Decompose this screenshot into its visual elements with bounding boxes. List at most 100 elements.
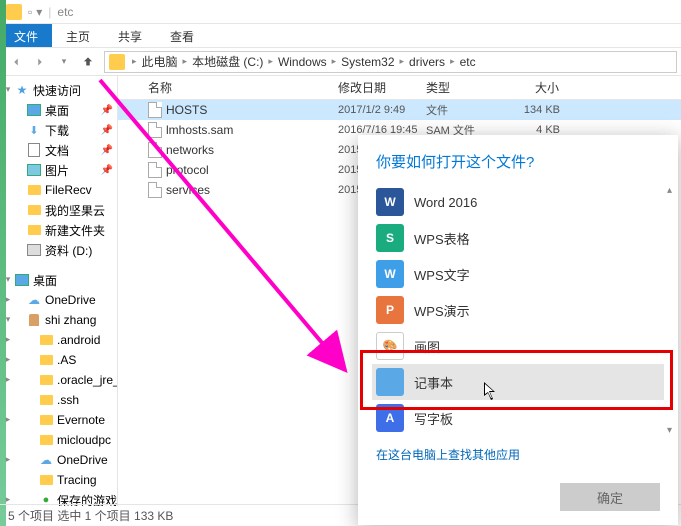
pic-icon [27, 163, 41, 177]
nav-label: Tracing [57, 473, 97, 487]
file-date: 2017/1/2 9:49 [338, 104, 426, 116]
path-seg[interactable]: etc [458, 55, 478, 69]
app-item[interactable]: A写字板 [372, 400, 664, 436]
path-seg[interactable]: Windows [276, 55, 329, 69]
nav-item[interactable]: ▸ .AS [3, 350, 117, 370]
nav-tree[interactable]: ▾快速访问桌面📌下载📌文档📌图片📌FileRecv我的坚果云新建文件夹资料 (D… [0, 76, 118, 506]
tab-file[interactable]: 文件 [0, 24, 52, 47]
nav-forward[interactable] [28, 50, 52, 74]
nav-item[interactable]: ▾ 快速访问 [3, 80, 117, 100]
nav-item[interactable]: ▾shi zhang [3, 310, 117, 330]
path-seg[interactable]: 本地磁盘 (C:) [190, 53, 265, 70]
col-type[interactable]: 类型 [426, 79, 510, 96]
nav-item[interactable]: 新建文件夹 [3, 220, 117, 240]
nav-item[interactable]: 文档📌 [3, 140, 117, 160]
address-bar: ▾ ▸ 此电脑 ▸ 本地磁盘 (C:) ▸ Windows ▸ System32… [0, 48, 681, 76]
app-label: WPS演示 [414, 301, 470, 320]
folder-icon [39, 473, 53, 487]
nav-item[interactable]: ▸OneDrive [3, 290, 117, 310]
col-name[interactable]: 名称 [148, 79, 338, 96]
nav-item[interactable]: ▸OneDrive [3, 450, 117, 470]
nav-label: 新建文件夹 [45, 222, 105, 239]
app-item[interactable]: PWPS演示 [372, 292, 664, 328]
star-icon [15, 83, 29, 97]
expand-icon[interactable]: ▸ [3, 414, 13, 425]
nav-item[interactable]: ▸ Evernote [3, 410, 117, 430]
nav-item[interactable]: .ssh [3, 390, 117, 410]
chevron-icon[interactable]: ▸ [397, 56, 408, 67]
expand-icon[interactable]: ▸ [3, 454, 13, 465]
ok-button[interactable]: 确定 [560, 483, 660, 511]
pin-icon: 📌 [101, 125, 113, 136]
expand-icon[interactable]: ▸ [3, 354, 13, 365]
app-icon: W [376, 260, 404, 288]
col-date[interactable]: 修改日期 [338, 79, 426, 96]
nav-label: 快速访问 [33, 82, 81, 99]
app-item[interactable]: SWPS表格 [372, 220, 664, 256]
path-seg[interactable]: System32 [339, 55, 396, 69]
folder-icon [39, 433, 53, 447]
nav-item[interactable]: 我的坚果云 [3, 200, 117, 220]
app-item[interactable]: 🎨画图 [372, 328, 664, 364]
file-icon [148, 102, 162, 118]
folder-icon [39, 333, 53, 347]
app-item[interactable]: W WPS文字 [372, 256, 664, 292]
nav-item[interactable]: micloudpc [3, 430, 117, 450]
title-mini-icon: ▫ [28, 5, 32, 19]
app-list[interactable]: WWord 2016SWPS表格 W WPS文字 PWPS演示🎨画图记事本A写字板 [358, 184, 678, 436]
file-name: networks [166, 143, 214, 157]
tab-home[interactable]: 主页 [52, 24, 104, 47]
nav-item[interactable]: FileRecv [3, 180, 117, 200]
nav-label: 下载 [45, 122, 69, 139]
chevron-icon[interactable]: ▸ [447, 56, 458, 67]
app-label: WPS文字 [414, 265, 470, 284]
file-row[interactable]: HOSTS2017/1/2 9:49文件134 KB [118, 100, 681, 120]
chevron-icon[interactable]: ▸ [129, 56, 140, 67]
nav-item[interactable]: 图片📌 [3, 160, 117, 180]
tab-share[interactable]: 共享 [104, 24, 156, 47]
expand-icon[interactable]: ▸ [3, 374, 13, 385]
path-seg[interactable]: 此电脑 [140, 53, 180, 70]
nav-item[interactable]: Tracing [3, 470, 117, 490]
pin-icon: 📌 [101, 105, 113, 116]
file-icon [148, 182, 162, 198]
nav-item[interactable]: 资料 (D:) [3, 240, 117, 260]
nav-up[interactable] [76, 50, 100, 74]
file-size: 134 KB [510, 104, 560, 116]
expand-icon[interactable]: ▾ [3, 84, 13, 95]
chevron-icon[interactable]: ▸ [265, 56, 276, 67]
nav-back[interactable] [4, 50, 28, 74]
folder-icon [27, 203, 41, 217]
col-size[interactable]: 大小 [510, 79, 560, 96]
nav-label: .AS [57, 353, 76, 367]
expand-icon[interactable]: ▾ [3, 274, 13, 285]
folder-icon [39, 393, 53, 407]
path-folder-icon [109, 54, 125, 70]
pin-icon: 📌 [101, 145, 113, 156]
titlebar: ▫ ▾ | etc [0, 0, 681, 24]
nav-label: 图片 [45, 162, 69, 179]
nav-label: micloudpc [57, 433, 111, 447]
nav-item[interactable]: ▸.oracle_jre_us [3, 370, 117, 390]
nav-item[interactable]: ▾桌面 [3, 270, 117, 290]
expand-icon[interactable]: ▸ [3, 294, 13, 305]
file-name: HOSTS [166, 103, 207, 117]
nav-recent[interactable]: ▾ [52, 50, 76, 74]
chevron-icon[interactable]: ▸ [180, 56, 191, 67]
column-headers[interactable]: 名称 修改日期 类型 大小 [118, 76, 681, 100]
app-item[interactable]: 记事本 [372, 364, 664, 400]
nav-item[interactable]: 下载 📌 [3, 120, 117, 140]
path-box[interactable]: ▸ 此电脑 ▸ 本地磁盘 (C:) ▸ Windows ▸ System32 ▸… [104, 51, 677, 73]
expand-icon[interactable]: ▸ [3, 334, 13, 345]
expand-icon[interactable]: ▾ [3, 314, 13, 325]
desktop-icon [15, 273, 29, 287]
nav-item[interactable]: 桌面📌 [3, 100, 117, 120]
more-apps-link[interactable]: 在这台电脑上查找其他应用 [358, 436, 678, 473]
nav-item[interactable]: ▸.android [3, 330, 117, 350]
chevron-icon[interactable]: ▸ [329, 56, 340, 67]
scroll-down-icon[interactable]: ▾ [667, 425, 672, 436]
path-seg[interactable]: drivers [407, 55, 447, 69]
app-item[interactable]: WWord 2016 [372, 184, 664, 220]
nav-label: Evernote [57, 413, 105, 427]
tab-view[interactable]: 查看 [156, 24, 208, 47]
